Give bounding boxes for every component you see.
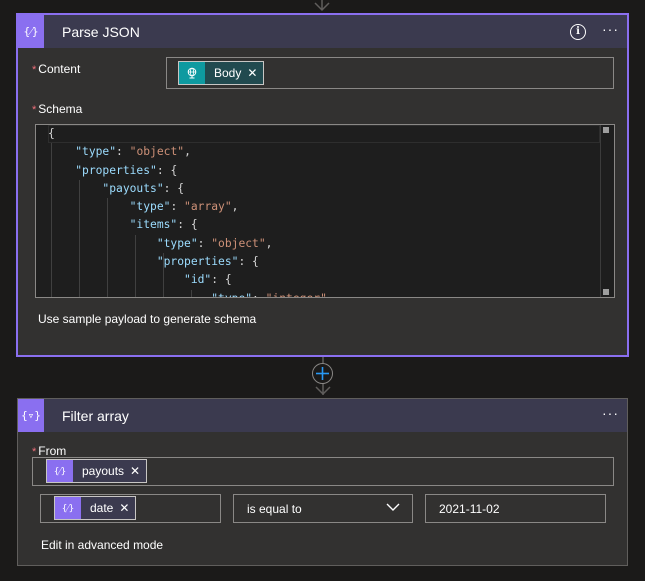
json-key: "type" [75,145,117,159]
filter-icon: {▿} [18,399,44,432]
json-punct [48,164,75,177]
filter-array-header[interactable]: {▿} Filter array ··· [18,399,627,432]
condition-left-input[interactable]: {⁄} date ✕ [40,494,221,523]
schema-label-text: Schema [38,102,83,116]
content-label-text: Content [38,62,81,76]
json-key: "properties" [156,255,239,269]
json-punct [48,237,157,250]
json-string: "object" [211,236,266,250]
json-key: "payouts" [102,181,164,195]
scroll-down[interactable] [603,289,609,295]
json-punct: : [116,145,130,159]
editor-gutter [36,125,48,297]
json-punct: : { [156,163,178,177]
card-title: Filter array [62,407,129,424]
remove-token-icon[interactable]: ✕ [247,66,263,80]
token-label: date [90,501,114,515]
code-line: "properties": { [48,162,600,180]
operator-dropdown[interactable]: is equal to [233,494,413,523]
http-globe-icon [179,62,205,84]
info-icon[interactable]: i [570,23,586,40]
from-input[interactable]: {⁄} payouts ✕ [32,457,614,486]
filter-array-card[interactable]: {▿} Filter array ··· * From {⁄} payouts ✕… [17,398,628,566]
code-line: "type": "integer" [48,290,600,297]
remove-token-icon[interactable]: ✕ [130,464,146,478]
expression-icon: {⁄} [18,15,44,48]
json-key: "properties" [75,163,157,177]
expression-icon: {⁄} [47,460,73,482]
json-punct: : { [211,273,232,287]
editor-scrollbar[interactable] [600,125,614,297]
edit-advanced-mode-link[interactable]: Edit in advanced mode [41,538,163,552]
json-key: "items" [129,218,178,232]
code-line: "payouts": { [48,180,600,198]
json-key: "type" [156,236,198,250]
parse-json-header[interactable]: {⁄} Parse JSON i ··· [18,15,627,48]
json-string: "object" [129,145,185,159]
code-line: "type": "object", [48,235,600,253]
schema-label: * Schema [32,102,82,116]
connector-arrow-icon [314,0,330,12]
json-string: "integer" [266,292,327,297]
from-label: * From [32,444,66,458]
json-key: "type" [129,200,171,214]
required-marker: * [32,104,37,116]
card-title: Parse JSON [62,23,140,40]
expression-icon: {⁄} [55,497,81,519]
json-key: "id" [184,273,212,287]
body-token[interactable]: Body ✕ [178,61,265,85]
code-line: "items": { [48,216,600,234]
operator-value: is equal to [247,501,302,516]
json-punct: : [170,200,185,214]
add-step-button[interactable] [312,363,333,384]
payouts-token[interactable]: {⁄} payouts ✕ [46,459,148,483]
remove-token-icon[interactable]: ✕ [119,501,135,515]
code-line: "id": { [48,271,600,289]
schema-code[interactable]: { "type": "object", "properties": { "pay… [48,125,600,297]
json-punct: , [265,236,273,250]
json-string: "array" [184,200,232,214]
scroll-up[interactable] [603,127,609,133]
parse-json-card[interactable]: {⁄} Parse JSON i ··· * Content Body ✕ * Sc… [16,13,629,357]
token-label: payouts [82,464,125,478]
json-punct [48,255,157,268]
code-line: "type": "object", [48,143,600,161]
condition-right-input[interactable]: 2021-11-02 [425,494,606,523]
date-token[interactable]: {⁄} date ✕ [54,496,137,520]
json-punct: , [231,200,239,214]
json-punct [48,218,130,231]
more-options-icon[interactable]: ··· [602,406,619,420]
json-punct: { [48,127,55,140]
json-punct [48,273,184,286]
required-marker: * [32,64,37,76]
json-punct: : { [163,181,185,195]
plus-icon [316,367,329,380]
content-input[interactable]: Body ✕ [166,57,614,89]
chevron-down-icon [386,503,400,511]
json-key: "type" [211,292,252,297]
content-label: * Content [32,62,80,76]
use-sample-payload-link[interactable]: Use sample payload to generate schema [38,312,256,326]
json-punct [48,182,102,195]
token-label: Body [214,66,242,80]
json-punct [48,200,130,213]
json-punct: : [252,292,266,297]
json-punct: : [197,236,212,250]
code-line: { [48,125,600,143]
json-punct [48,145,75,158]
json-punct: : { [238,255,259,269]
code-line: "properties": { [48,253,600,271]
json-punct: , [184,145,191,159]
code-line: "type": "array", [48,198,600,216]
more-options-icon[interactable]: ··· [602,22,619,36]
schema-editor[interactable]: { "type": "object", "properties": { "pay… [35,124,615,298]
json-punct [48,292,211,297]
condition-value: 2021-11-02 [439,501,500,516]
from-label-text: From [38,444,67,458]
json-punct: : { [177,218,198,232]
